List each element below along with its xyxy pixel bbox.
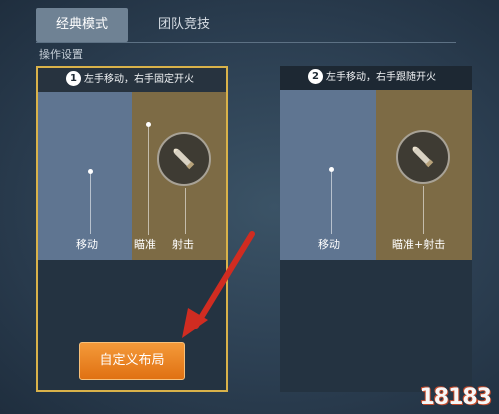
- site-watermark-logo: 18183: [419, 385, 492, 410]
- move-label: 移动: [318, 238, 340, 251]
- move-line: [90, 174, 91, 234]
- move-zone: [38, 92, 132, 260]
- layout-option-2-header: 2 左手移动，右手跟随开火: [280, 66, 472, 90]
- option-number-badge: 2: [308, 68, 323, 84]
- move-line: [331, 172, 332, 234]
- move-label: 移动: [76, 238, 98, 251]
- aim-line: [148, 127, 149, 235]
- aim-label: 瞄准: [134, 238, 156, 251]
- section-label: 操作设置: [39, 48, 83, 61]
- bullet-icon: [173, 148, 195, 170]
- layout-option-1-title: 左手移动，右手固定开火: [84, 74, 194, 85]
- tab-team-deathmatch[interactable]: 团队竞技: [132, 8, 236, 42]
- fire-button: [157, 132, 211, 186]
- option-number-badge: 1: [66, 70, 81, 86]
- tab-classic-mode[interactable]: 经典模式: [36, 8, 128, 42]
- fire-line: [185, 188, 186, 234]
- layout-option-2[interactable]: 2 左手移动，右手跟随开火 移动 瞄准+射击: [280, 66, 472, 392]
- pointer-arrow-icon: [182, 231, 255, 338]
- layout-option-2-title: 左手移动，右手跟随开火: [326, 72, 436, 83]
- bullet-icon: [412, 146, 434, 168]
- aim-fire-label: 瞄准+射击: [392, 238, 446, 251]
- layout-option-1-header: 1 左手移动，右手固定开火: [38, 68, 226, 92]
- custom-layout-button[interactable]: 自定义布局: [79, 342, 185, 380]
- fire-button: [396, 130, 450, 184]
- tab-divider: [36, 42, 456, 43]
- aim-fire-line: [423, 186, 424, 234]
- move-zone: [280, 90, 376, 260]
